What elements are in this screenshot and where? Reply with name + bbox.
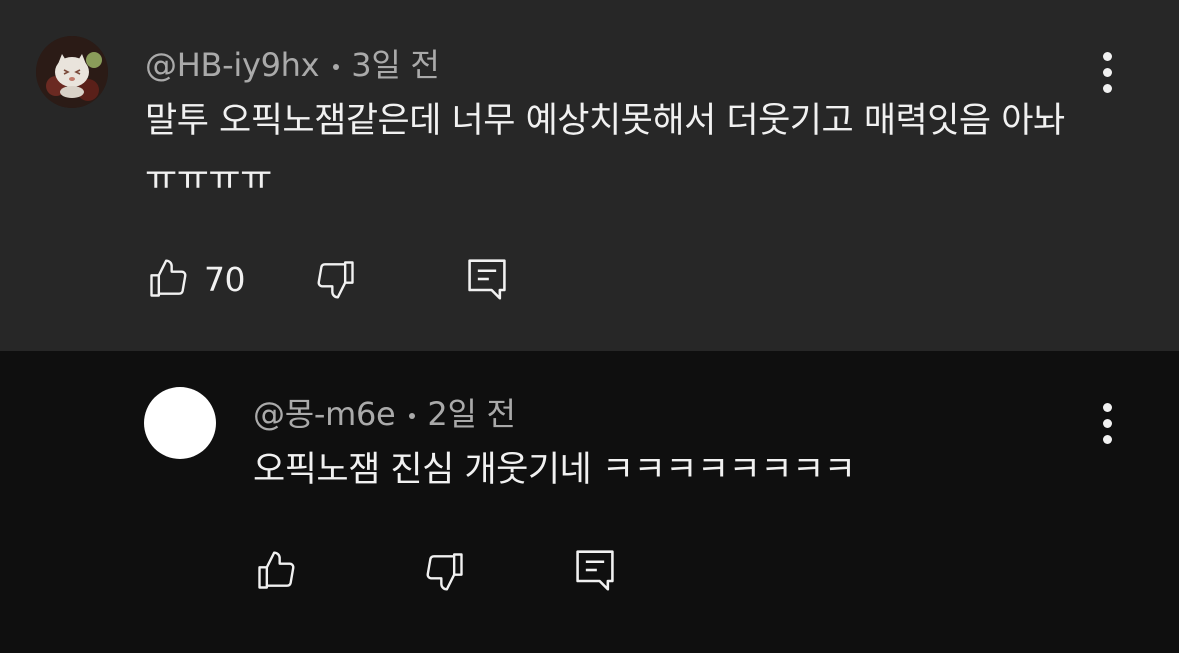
avatar[interactable] — [36, 36, 108, 108]
more-options-button[interactable] — [1087, 395, 1127, 451]
thumbs-down-icon — [426, 553, 463, 591]
reply-icon — [468, 259, 506, 300]
thumbs-up-icon — [150, 259, 187, 297]
more-dot — [1102, 83, 1112, 93]
timestamp[interactable]: 3일 전 — [351, 46, 440, 84]
comment-text: 말투 오픽노잼같은데 너무 예상치못해서 더웃기고 매력잇음 아놔 ㅠㅠㅠㅠ — [145, 101, 1065, 199]
like-button[interactable]: 70 — [146, 257, 246, 301]
separator-dot — [333, 64, 340, 70]
more-dot — [1102, 434, 1112, 444]
like-button[interactable] — [254, 549, 312, 593]
reply-icon — [576, 550, 614, 591]
comment-item: @HB-iy9hx 3일 전 말투 오픽노잼같은데 너무 예상치못해서 더웃기고 … — [0, 0, 1179, 351]
more-options-button[interactable] — [1087, 44, 1127, 100]
avatar-image — [36, 36, 108, 108]
thumbs-up-icon — [258, 551, 295, 589]
reply-button[interactable] — [465, 256, 509, 302]
more-vertical-icon — [1102, 51, 1112, 61]
comment-meta: @몽-m6e 2일 전 — [253, 389, 516, 435]
dislike-button[interactable] — [314, 257, 358, 301]
more-dot — [1102, 67, 1112, 77]
more-dot — [1102, 418, 1112, 428]
more-vertical-icon — [1102, 402, 1112, 412]
comment-meta: @HB-iy9hx 3일 전 — [145, 40, 440, 86]
author-name[interactable]: @몽-m6e — [253, 395, 396, 433]
comment-text: 오픽노잼 진심 개웃기네 ㅋㅋㅋㅋㅋㅋㅋㅋ — [253, 450, 856, 490]
reply-button[interactable] — [573, 547, 617, 593]
like-count: 70 — [204, 259, 246, 299]
reply-item: @몽-m6e 2일 전 오픽노잼 진심 개웃기네 ㅋㅋㅋㅋㅋㅋㅋㅋ — [0, 351, 1179, 653]
avatar[interactable] — [144, 387, 216, 459]
thumbs-down-icon — [317, 261, 354, 299]
separator-dot — [409, 413, 416, 419]
timestamp[interactable]: 2일 전 — [427, 395, 516, 433]
author-name[interactable]: @HB-iy9hx — [145, 46, 320, 84]
dislike-button[interactable] — [423, 549, 467, 593]
